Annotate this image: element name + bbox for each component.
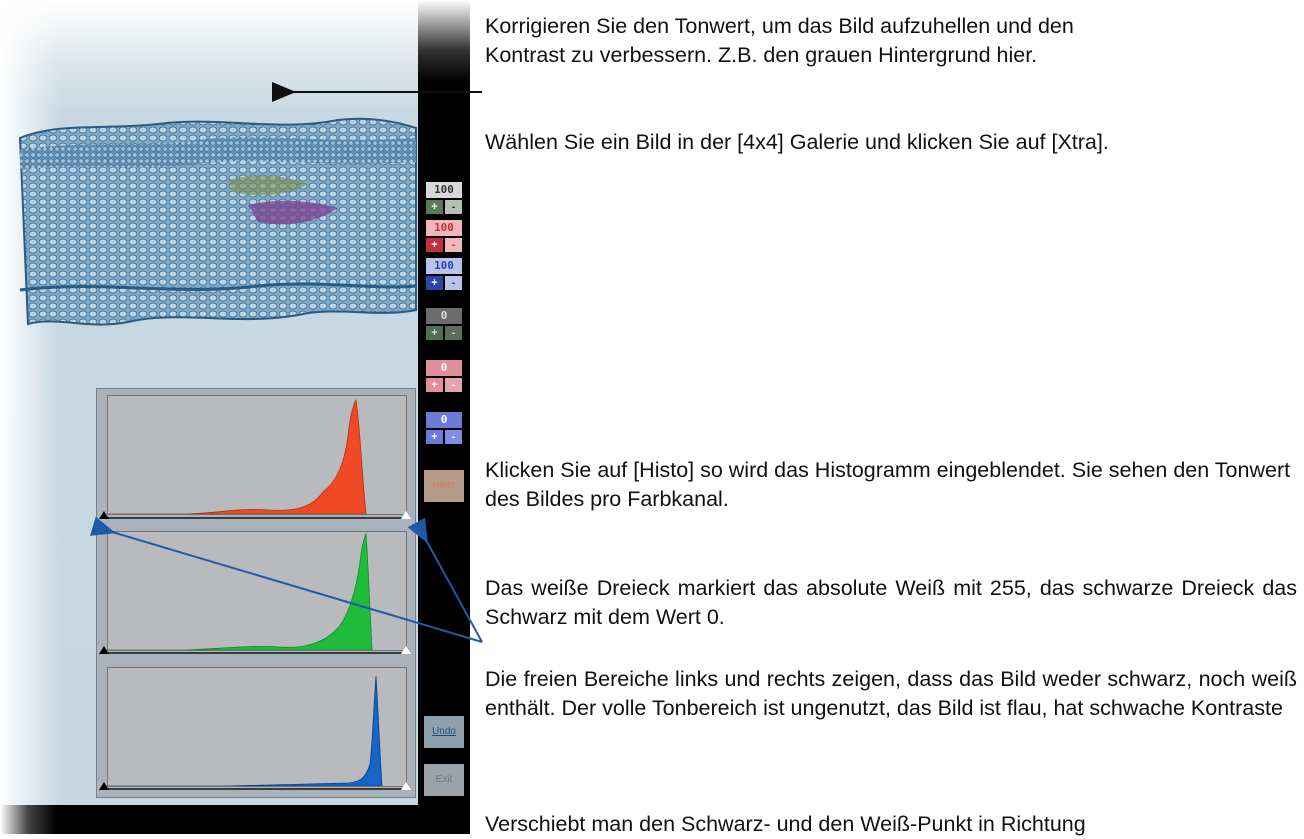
histo-button[interactable]: Histo [424,470,464,502]
annotation-tonwert: Korrigieren Sie den Tonwert, um das Bild… [485,14,1074,67]
gray-offset-control: 0 + - [426,308,466,340]
histogram-panel [96,388,416,798]
blue-gain-value: 100 [426,258,462,274]
annotation-histo: Klicken Sie auf [Histo] so wird das Hist… [485,458,1291,511]
red-offset-control: 0 + - [426,360,466,392]
tissue-section-image [18,117,417,326]
gray-offset-value: 0 [426,308,462,324]
red-offset-plus-button[interactable]: + [426,378,443,392]
blue-histogram [107,667,407,787]
annotation-triangles: Das weiße Dreieck markiert das absolute … [485,576,1297,629]
app-screenshot: 100 + - 100 + - 100 + - 0 + - 0 + - 0 + … [0,0,470,834]
red-gain-control: 100 + - [426,220,466,252]
red-gain-value: 100 [426,220,462,236]
white-point-triangle[interactable] [401,511,411,519]
red-histogram [107,395,407,515]
gray-offset-minus-button[interactable]: - [445,326,462,340]
brightness-control: 100 + - [426,182,466,214]
blue-gain-plus-button[interactable]: + [426,276,443,290]
undo-button[interactable]: Undo [424,716,464,748]
annotation-galerie: Wählen Sie ein Bild in der [4x4] Galerie… [485,130,1109,154]
blue-offset-plus-button[interactable]: + [426,430,443,444]
exit-button[interactable]: Exit [424,764,464,796]
gray-offset-plus-button[interactable]: + [426,326,443,340]
blue-offset-value: 0 [426,412,462,428]
annotation-tonbereich: Die freien Bereiche links und rechts zei… [485,667,1297,720]
brightness-minus-button[interactable]: - [445,200,462,214]
blue-gain-control: 100 + - [426,258,466,290]
blue-gain-minus-button[interactable]: - [445,276,462,290]
black-point-triangle[interactable] [99,511,109,519]
status-bar [0,805,470,834]
red-offset-value: 0 [426,360,462,376]
blue-offset-minus-button[interactable]: - [445,430,462,444]
brightness-plus-button[interactable]: + [426,200,443,214]
annotation-verschieben: Verschiebt man den Schwarz- und den Weiß… [485,812,1086,836]
image-canvas [0,0,470,834]
green-histogram [107,531,407,651]
brightness-value: 100 [426,182,462,198]
red-offset-minus-button[interactable]: - [445,378,462,392]
red-gain-plus-button[interactable]: + [426,238,443,252]
blue-offset-control: 0 + - [426,412,466,444]
red-gain-minus-button[interactable]: - [445,238,462,252]
